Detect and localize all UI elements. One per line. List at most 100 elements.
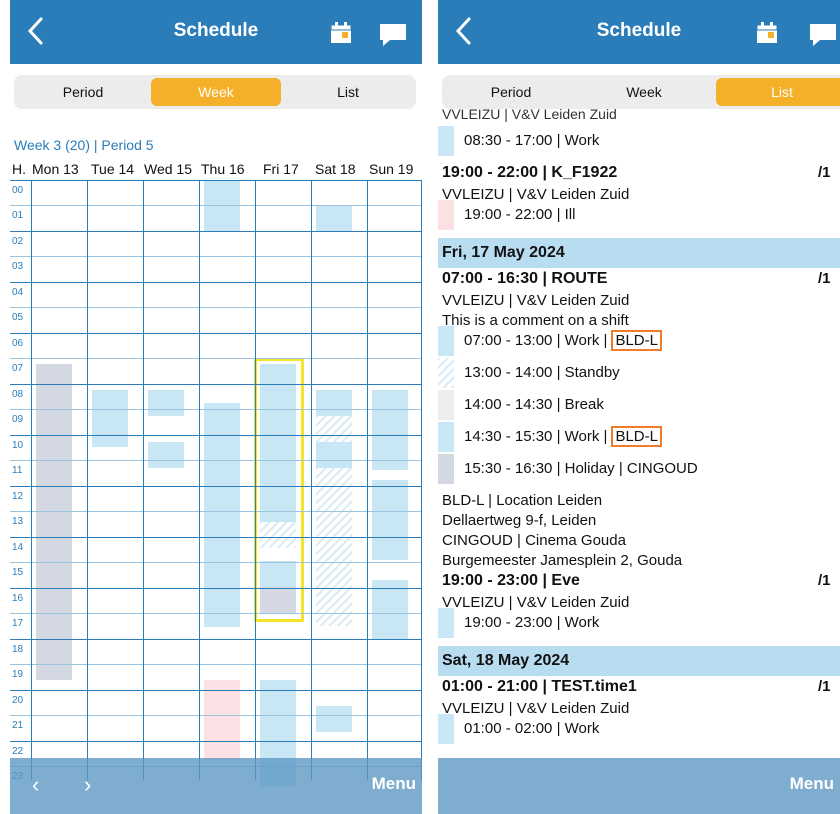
standby-block[interactable] (316, 468, 352, 626)
shift-color-bar (438, 390, 454, 420)
shift-color-bar (438, 358, 454, 388)
shift-block[interactable] (372, 580, 408, 640)
chat-icon[interactable] (378, 22, 408, 48)
week-screen: Schedule Period Week List Week 3 (20) | … (10, 0, 422, 814)
list-item: VVLEIZU | V&V Leiden Zuid (442, 594, 629, 611)
hour-label: 21 (12, 720, 24, 731)
grid-hour-line (10, 231, 422, 232)
day-header-thu[interactable]: Thu 16 (201, 161, 245, 177)
day-header-sat[interactable]: Sat 18 (315, 161, 355, 177)
list-item-text: This is a comment on a shift (442, 312, 629, 329)
shift-block[interactable] (316, 442, 352, 468)
day-header-sun[interactable]: Sun 19 (369, 161, 413, 177)
standby-block[interactable] (316, 416, 352, 442)
list-item: Dellaertweg 9-f, Leiden (442, 512, 596, 529)
bottom-toolbar: Menu (438, 758, 840, 814)
shift-segment[interactable]: 19:00 - 22:00 | Ill (438, 206, 575, 223)
day-header-mon[interactable]: Mon 13 (32, 161, 79, 177)
grid-hour-line (10, 715, 422, 716)
grid-hour-line (10, 435, 422, 436)
list-item-text: CINGOUD | Cinema Gouda (442, 532, 626, 549)
day-header-fri[interactable]: Fri 17 (263, 161, 299, 177)
shift-title[interactable]: 19:00 - 23:00 | Eve (442, 572, 580, 590)
shift-block[interactable] (92, 390, 128, 447)
shift-block[interactable] (372, 390, 408, 470)
shift-segment[interactable]: 15:30 - 16:30 | Holiday | CINGOUD (438, 460, 698, 477)
grid-day-line (143, 180, 144, 780)
hour-label: 00 (12, 185, 24, 196)
hour-label: 18 (12, 644, 24, 655)
shift-block[interactable] (316, 706, 352, 732)
day-header-tue[interactable]: Tue 14 (91, 161, 134, 177)
hour-label: 14 (12, 542, 24, 553)
segment-period[interactable]: Period (445, 78, 577, 106)
selection-highlight (254, 358, 304, 622)
list-item-text: 08:30 - 17:00 | Work (464, 132, 600, 149)
previous-week-icon[interactable]: ‹ (32, 772, 39, 798)
shift-color-bar (438, 326, 454, 356)
shift-color-bar (438, 200, 454, 230)
grid-day-line (255, 180, 256, 780)
hour-label: 01 (12, 210, 24, 221)
grid-hour-line (10, 460, 422, 461)
hour-column-header: H. (12, 161, 26, 177)
list-item-text: VVLEIZU | V&V Leiden Zuid (442, 186, 630, 203)
week-grid[interactable]: 00 01 02 03 04 05 06 07 08 09 10 11 12 13 14 15 16 17 18 19… (10, 180, 422, 786)
shift-block[interactable] (316, 206, 352, 232)
shift-segment[interactable]: 19:00 - 23:00 | Work (438, 614, 599, 631)
shift-block[interactable] (372, 480, 408, 560)
shift-list[interactable]: VVLEIZU | V&V Leiden Zuid 08:30 - 17:00 … (438, 106, 840, 814)
list-item-text: 19:00 - 23:00 | Work (464, 614, 600, 631)
shift-block[interactable] (204, 403, 240, 627)
menu-button[interactable]: Menu (790, 774, 834, 794)
shift-block[interactable] (148, 442, 184, 468)
hour-label: 20 (12, 695, 24, 706)
list-item-text: 14:30 - 15:30 | Work | (464, 428, 608, 445)
shift-color-bar (438, 454, 454, 484)
list-item: CINGOUD | Cinema Gouda (442, 532, 626, 549)
shift-segment[interactable]: 01:00 - 02:00 | Work (438, 720, 599, 737)
menu-button[interactable]: Menu (372, 774, 416, 794)
grid-hour-line (10, 409, 422, 410)
shift-segment[interactable]: 14:30 - 15:30 | Work | BLD-L (438, 426, 662, 447)
shift-title[interactable]: 07:00 - 16:30 | ROUTE (442, 270, 607, 288)
hour-label: 04 (12, 287, 24, 298)
list-item-text: 13:00 - 14:00 | Standby (464, 364, 620, 381)
grid-hour-line (10, 537, 422, 538)
shift-block[interactable] (204, 180, 240, 232)
shift-segment[interactable]: 13:00 - 14:00 | Standby (438, 364, 620, 381)
segment-week[interactable]: Week (579, 78, 709, 106)
shift-block[interactable] (316, 390, 352, 416)
segment-list[interactable]: List (283, 78, 413, 106)
date-header: Sat, 18 May 2024 (438, 646, 840, 676)
day-header-wed[interactable]: Wed 15 (144, 161, 192, 177)
ill-block[interactable] (204, 680, 240, 760)
shift-block[interactable] (148, 390, 184, 416)
list-item: This is a comment on a shift (442, 312, 629, 329)
list-item-text: 19:00 - 22:00 | Ill (464, 206, 576, 223)
list-item-text: 01:00 - 02:00 | Work (464, 720, 600, 737)
shift-segment[interactable]: 08:30 - 17:00 | Work (438, 132, 599, 149)
segment-list[interactable]: List (716, 78, 840, 106)
list-item-text: VVLEIZU | V&V Leiden Zuid (442, 594, 630, 611)
shift-color-bar (438, 608, 454, 638)
shift-segment[interactable]: 14:00 - 14:30 | Break (438, 396, 604, 413)
shift-block[interactable] (36, 364, 72, 680)
shift-segment[interactable]: 07:00 - 13:00 | Work | BLD-L (438, 330, 662, 351)
list-item-text: VVLEIZU | V&V Leiden Zuid (442, 292, 630, 309)
nav-bar: Schedule (10, 0, 422, 64)
grid-hour-line (10, 486, 422, 487)
next-week-icon[interactable]: › (84, 772, 91, 798)
shift-title[interactable]: 19:00 - 22:00 | K_F1922 (442, 164, 617, 182)
calendar-icon[interactable] (756, 22, 778, 44)
screen-title: Schedule (596, 20, 682, 41)
segment-week[interactable]: Week (151, 78, 281, 106)
hour-label: 02 (12, 236, 24, 247)
grid-day-line (87, 180, 88, 780)
chat-icon[interactable] (808, 22, 838, 48)
hour-label: 06 (12, 338, 24, 349)
grid-hour-line (10, 690, 422, 691)
calendar-icon[interactable] (330, 22, 352, 44)
shift-title[interactable]: 01:00 - 21:00 | TEST.time1 (442, 678, 637, 696)
segment-period[interactable]: Period (17, 78, 149, 106)
